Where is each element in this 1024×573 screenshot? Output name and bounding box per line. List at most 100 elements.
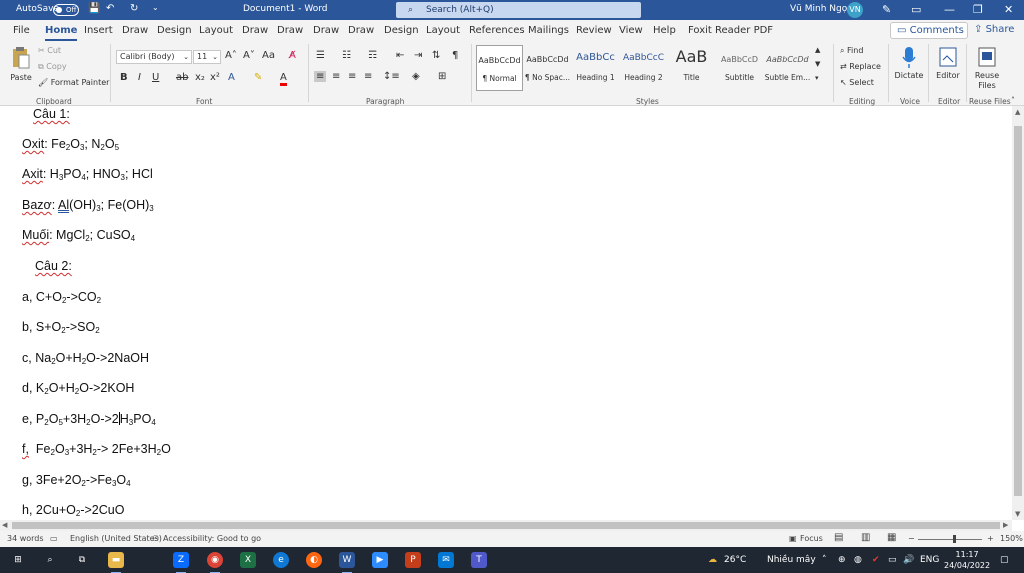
tab-draw-2[interactable]: Draw	[242, 25, 268, 36]
focus-label[interactable]: Focus	[800, 534, 823, 543]
avatar[interactable]: VN	[847, 2, 863, 18]
style-subtitle[interactable]: AaBbCcD Subtitle	[716, 45, 763, 91]
tray-wifi-icon[interactable]: ◍	[854, 555, 862, 565]
tray-chevron-icon[interactable]: ˄	[822, 555, 827, 565]
numbering-icon[interactable]: ☷	[342, 50, 351, 61]
increase-indent-icon[interactable]: ⇥	[414, 50, 422, 61]
read-mode-icon[interactable]: ▤	[834, 532, 843, 543]
focus-icon[interactable]: ▣	[789, 534, 797, 543]
teams-icon[interactable]: T	[471, 552, 487, 568]
task-view-icon[interactable]: ⧉	[74, 552, 90, 568]
font-size-select[interactable]: 11 ⌄	[193, 50, 221, 64]
vertical-scroll-thumb[interactable]	[1014, 126, 1022, 496]
tab-draw-4[interactable]: Draw	[313, 25, 339, 36]
align-center-icon[interactable]: ≡	[332, 71, 340, 82]
underline-icon[interactable]: U	[152, 72, 159, 83]
cut-button[interactable]: ✂ Cut	[38, 46, 61, 55]
tab-layout-1[interactable]: Layout	[199, 25, 233, 36]
undo-icon[interactable]: ↶	[106, 3, 114, 14]
sort-icon[interactable]: ⇅	[432, 50, 440, 61]
highlight-icon[interactable]: ✎	[254, 72, 262, 83]
styles-more-icon[interactable]: ▾	[815, 74, 819, 82]
scroll-up-icon[interactable]: ▲	[1015, 108, 1020, 116]
maximize-icon[interactable]: ❐	[973, 3, 983, 16]
copy-button[interactable]: ⧉ Copy	[38, 62, 67, 72]
zoom-out-icon[interactable]: −	[908, 534, 915, 543]
styles-scroll-up-icon[interactable]: ▲	[815, 46, 820, 54]
comments-button[interactable]: ▭ Comments	[890, 22, 968, 39]
word-count[interactable]: 34 words	[7, 534, 44, 543]
clock[interactable]: 11:17 24/04/2022	[944, 549, 990, 571]
font-color-icon[interactable]: A	[280, 72, 287, 86]
horizontal-scrollbar[interactable]: ◀ ▶	[0, 520, 1012, 531]
style-subtle-emphasis[interactable]: AaBbCcDd Subtle Em...	[764, 45, 811, 91]
tab-file[interactable]: File	[13, 25, 30, 36]
tab-foxit[interactable]: Foxit Reader PDF	[688, 25, 773, 36]
zoom-in-icon[interactable]: +	[987, 534, 994, 543]
multilevel-list-icon[interactable]: ☶	[368, 50, 377, 61]
weather-text[interactable]: Nhiều mây	[767, 555, 816, 565]
clear-formatting-icon[interactable]: A̸	[289, 50, 296, 61]
tab-layout-2[interactable]: Layout	[426, 25, 460, 36]
decrease-indent-icon[interactable]: ⇤	[396, 50, 404, 61]
reuse-files-button[interactable]: Reuse Files	[970, 46, 1004, 91]
tab-review[interactable]: Review	[576, 25, 612, 36]
tab-design-1[interactable]: Design	[157, 25, 192, 36]
horizontal-scroll-thumb[interactable]	[12, 522, 1000, 529]
windows-start-icon[interactable]: ⊞	[10, 552, 26, 568]
mail-icon[interactable]: ✉	[438, 552, 454, 568]
vertical-scrollbar[interactable]: ▲ ▼	[1012, 106, 1024, 520]
autosave-toggle[interactable]: Off	[53, 4, 79, 16]
select-button[interactable]: ↖ Select	[840, 78, 874, 87]
file-explorer-icon[interactable]: ▬	[108, 552, 124, 573]
style-title[interactable]: AaB Title	[668, 45, 715, 91]
tab-references[interactable]: References	[469, 25, 525, 36]
tray-antivirus-icon[interactable]: ✔	[872, 555, 880, 565]
weather-temp[interactable]: 26°C	[724, 555, 746, 565]
style-heading-1[interactable]: AaBbCc Heading 1	[572, 45, 619, 91]
tray-app-icon[interactable]: ⊕	[838, 555, 846, 565]
proofing-icon[interactable]: ▭	[50, 534, 58, 543]
paste-button[interactable]: Paste	[8, 46, 34, 82]
input-language[interactable]: ENG	[920, 555, 939, 565]
network-icon[interactable]: ▭	[888, 555, 897, 565]
volume-icon[interactable]: 🔊	[903, 555, 914, 565]
scroll-left-icon[interactable]: ◀	[2, 521, 7, 529]
find-button[interactable]: ⌕ Find	[840, 46, 863, 56]
search-icon[interactable]: ⌕	[42, 552, 58, 568]
bullets-icon[interactable]: ☰	[316, 50, 325, 61]
document-body[interactable]: Câu 1: Oxit: Fe2O3; N2O5 Axit: H3PO4; HN…	[0, 107, 1012, 519]
zoom-slider-thumb[interactable]	[953, 535, 956, 543]
word-icon[interactable]: W	[339, 552, 355, 573]
ribbon-display-icon[interactable]: ▭	[911, 3, 921, 16]
web-layout-icon[interactable]: ▦	[887, 532, 896, 543]
notification-icon[interactable]: ▢	[1000, 555, 1009, 565]
style-normal[interactable]: AaBbCcDd ¶ Normal	[476, 45, 523, 91]
align-left-icon[interactable]: ≡	[314, 71, 327, 82]
chrome-icon[interactable]: ◉	[207, 552, 223, 573]
powerpoint-icon[interactable]: P	[405, 552, 421, 568]
tab-draw-1[interactable]: Draw	[122, 25, 148, 36]
text-effects-icon[interactable]: A	[228, 72, 235, 83]
italic-icon[interactable]: I	[138, 72, 141, 83]
language-status[interactable]: English (United States)	[70, 534, 162, 543]
zoom-app-icon[interactable]: ▶	[372, 552, 388, 568]
tab-insert[interactable]: Insert	[84, 25, 113, 36]
format-painter-button[interactable]: 🖌 Format Painter	[38, 78, 109, 87]
shrink-font-icon[interactable]: A˅	[243, 50, 255, 61]
tab-home[interactable]: Home	[45, 25, 78, 41]
close-icon[interactable]: ✕	[1004, 3, 1013, 16]
firefox-icon[interactable]: ◐	[306, 552, 322, 568]
pilcrow-icon[interactable]: ¶	[452, 50, 458, 61]
dictate-button[interactable]: Dictate	[893, 46, 925, 80]
replace-button[interactable]: ⇄ Replace	[840, 62, 881, 71]
superscript-icon[interactable]: x²	[210, 72, 220, 83]
tab-draw-3[interactable]: Draw	[277, 25, 303, 36]
tab-view[interactable]: View	[619, 25, 643, 36]
tab-help[interactable]: Help	[653, 25, 676, 36]
borders-icon[interactable]: ⊞	[438, 71, 446, 82]
excel-icon[interactable]: X	[240, 552, 256, 568]
align-right-icon[interactable]: ≡	[348, 71, 356, 82]
save-icon[interactable]: 💾	[88, 3, 100, 14]
style-heading-2[interactable]: AaBbCcC Heading 2	[620, 45, 667, 91]
